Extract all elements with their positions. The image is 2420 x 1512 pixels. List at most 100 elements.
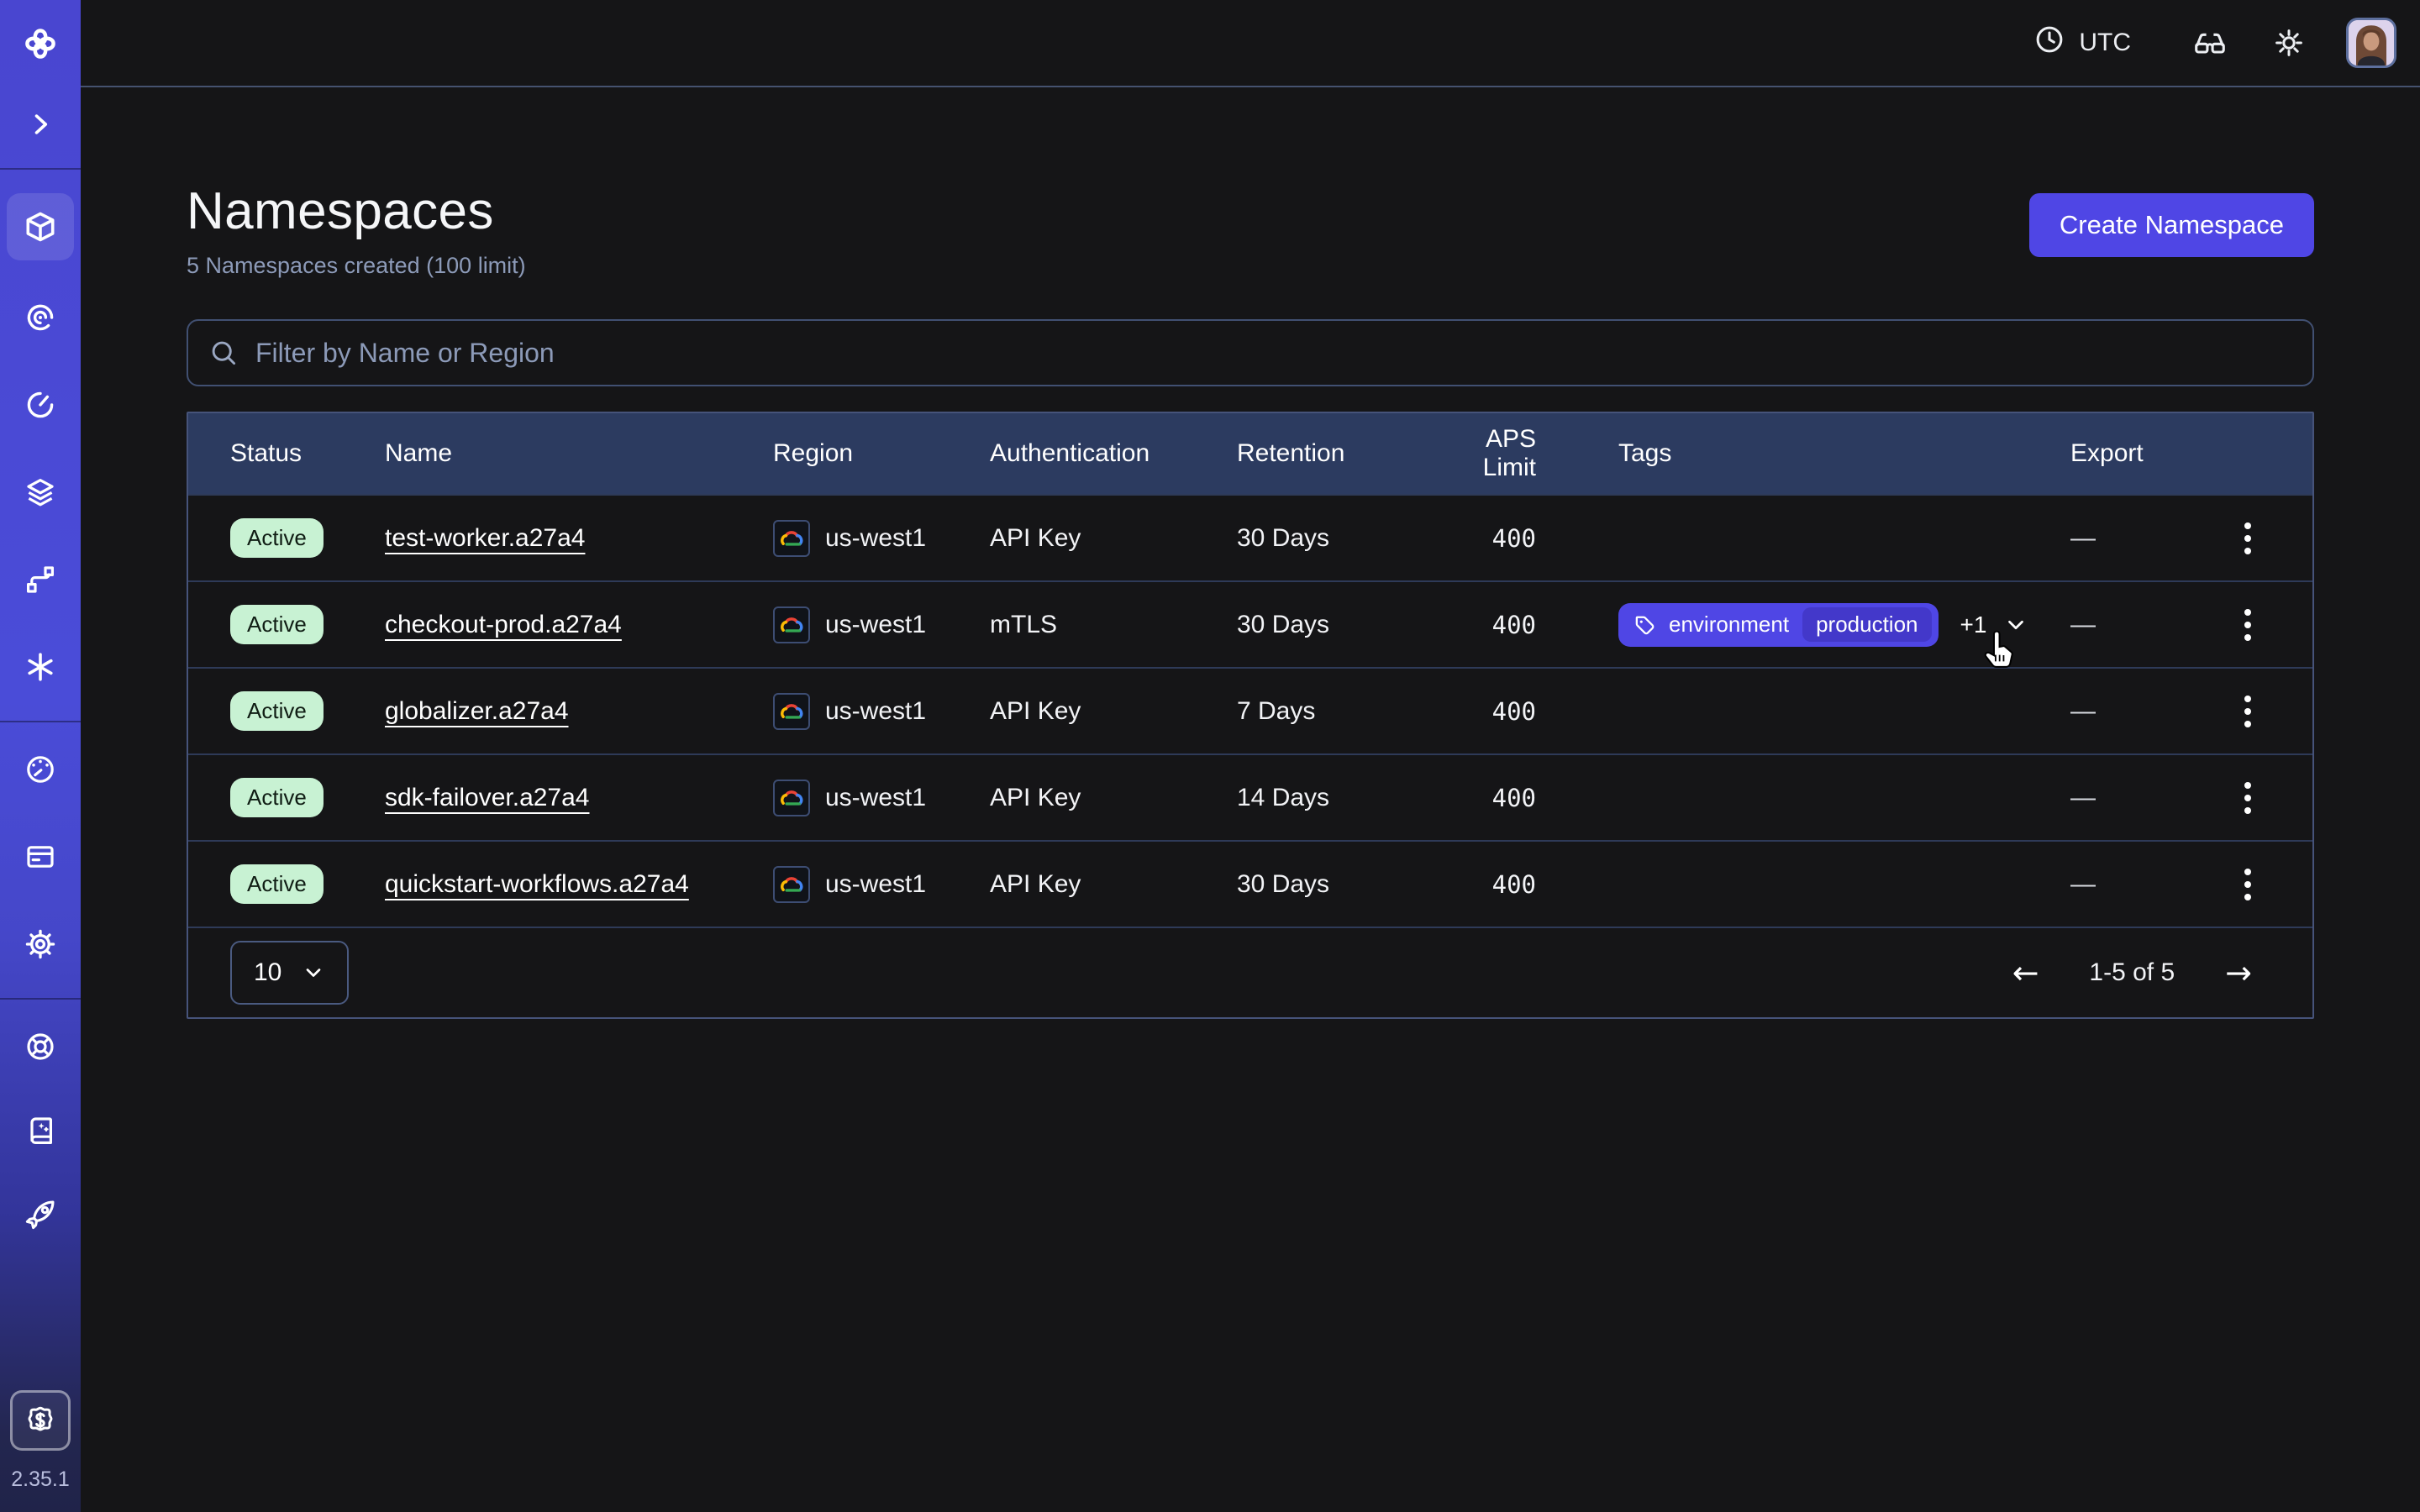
auth-method: mTLS — [990, 611, 1237, 639]
row-actions-kebab-icon[interactable] — [2234, 512, 2261, 564]
sidebar-item-asterisk-icon[interactable] — [7, 637, 74, 697]
main-content: Namespaces 5 Namespaces created (100 lim… — [81, 87, 2420, 1512]
namespace-link[interactable]: checkout-prod.a27a4 — [385, 611, 622, 638]
next-page-button[interactable]: → — [2218, 950, 2259, 995]
gcp-cloud-icon — [773, 520, 810, 557]
tag-value: production — [1802, 607, 1931, 642]
sidebar-item-rocket-icon[interactable] — [7, 1184, 74, 1245]
table-row: Active test-worker.a27a4 us-west1 API Ke… — [188, 494, 2312, 580]
status-badge: Active — [230, 518, 324, 558]
pagination-bar: 10 ← 1-5 of 5 → — [188, 927, 2312, 1017]
table-row: Active sdk-failover.a27a4 us-west1 API K… — [188, 753, 2312, 840]
page-size-value: 10 — [254, 958, 281, 987]
page-title: Namespaces — [187, 181, 526, 241]
sidebar-item-layers-icon[interactable] — [7, 462, 74, 522]
column-header-tags: Tags — [1536, 439, 2070, 468]
gcp-cloud-icon — [773, 693, 810, 730]
region-label: us-west1 — [825, 524, 926, 553]
export-value: — — [2070, 524, 2213, 553]
status-badge: Active — [230, 864, 324, 904]
column-header-name: Name — [385, 439, 773, 468]
namespace-link[interactable]: sdk-failover.a27a4 — [385, 784, 590, 811]
sidebar-item-billing-card-icon[interactable] — [7, 827, 74, 887]
gcp-cloud-icon — [773, 866, 810, 903]
column-header-status: Status — [230, 439, 385, 468]
retention: 30 Days — [1237, 524, 1428, 553]
status-badge: Active — [230, 778, 324, 817]
export-value: — — [2070, 784, 2213, 812]
aps-limit: 400 — [1428, 524, 1536, 553]
region-label: us-west1 — [825, 697, 926, 726]
status-badge: Active — [230, 691, 324, 731]
row-actions-kebab-icon[interactable] — [2234, 858, 2261, 911]
table-row: Active globalizer.a27a4 us-west1 API Key… — [188, 667, 2312, 753]
row-actions-kebab-icon[interactable] — [2234, 685, 2261, 738]
gcp-cloud-icon — [773, 780, 810, 816]
column-header-retention: Retention — [1237, 439, 1428, 468]
tag-icon — [1634, 613, 1657, 637]
auth-method: API Key — [990, 870, 1237, 899]
create-namespace-button[interactable]: Create Namespace — [2029, 193, 2314, 257]
clock-icon — [2033, 24, 2065, 62]
retention: 7 Days — [1237, 697, 1428, 726]
export-value: — — [2070, 870, 2213, 899]
namespace-link[interactable]: globalizer.a27a4 — [385, 697, 569, 725]
table-row: Active quickstart-workflows.a27a4 us-wes… — [188, 840, 2312, 927]
aps-limit: 400 — [1428, 697, 1536, 726]
pricing-dollar-badge-icon[interactable] — [10, 1390, 71, 1451]
namespace-filter-input[interactable] — [187, 319, 2314, 386]
retention: 14 Days — [1237, 784, 1428, 812]
sidebar: 2.35.1 — [0, 0, 81, 1512]
pagination-range: 1-5 of 5 — [2089, 958, 2175, 987]
tags-expand-chevron-icon[interactable] — [2003, 612, 2028, 638]
retention: 30 Days — [1237, 611, 1428, 639]
row-actions-kebab-icon[interactable] — [2234, 772, 2261, 824]
sidebar-expand-chevron-icon[interactable] — [7, 94, 74, 155]
namespace-link[interactable]: test-worker.a27a4 — [385, 524, 585, 552]
sidebar-item-support-life-ring-icon[interactable] — [7, 1016, 74, 1077]
topbar: UTC — [81, 0, 2420, 87]
export-value: — — [2070, 697, 2213, 726]
aps-limit: 400 — [1428, 611, 1536, 639]
app-version: 2.35.1 — [11, 1467, 70, 1492]
aps-limit: 400 — [1428, 784, 1536, 812]
user-avatar[interactable] — [2346, 18, 2396, 68]
namespace-link[interactable]: quickstart-workflows.a27a4 — [385, 870, 689, 898]
column-header-region: Region — [773, 439, 990, 468]
aps-limit: 400 — [1428, 870, 1536, 899]
table-row: Active checkout-prod.a27a4 us-west1 mTLS… — [188, 580, 2312, 667]
labs-glasses-icon[interactable] — [2191, 24, 2228, 61]
column-header-authentication: Authentication — [990, 439, 1237, 468]
page-size-select[interactable]: 10 — [230, 941, 349, 1005]
column-header-export: Export — [2070, 439, 2213, 468]
retention: 30 Days — [1237, 870, 1428, 899]
temporal-logo-icon[interactable] — [7, 13, 74, 74]
tag-key: environment — [1669, 612, 1789, 638]
status-badge: Active — [230, 605, 324, 644]
namespaces-table: Status Name Region Authentication Retent… — [187, 412, 2314, 1019]
timezone-selector[interactable]: UTC — [2033, 24, 2131, 62]
sidebar-item-gear-icon[interactable] — [7, 914, 74, 974]
theme-sun-icon[interactable] — [2272, 26, 2306, 60]
previous-page-button[interactable]: ← — [2006, 950, 2046, 995]
tag-pill[interactable]: environment production — [1618, 603, 1939, 647]
region-label: us-west1 — [825, 611, 926, 639]
export-value: — — [2070, 611, 2213, 639]
column-header-aps-limit: APS Limit — [1428, 425, 1536, 482]
page-subtitle: 5 Namespaces created (100 limit) — [187, 253, 526, 279]
region-label: us-west1 — [825, 784, 926, 812]
auth-method: API Key — [990, 697, 1237, 726]
chevron-down-icon — [302, 961, 325, 984]
row-actions-kebab-icon[interactable] — [2234, 599, 2261, 651]
sidebar-item-timer-icon[interactable] — [7, 375, 74, 435]
table-header-row: Status Name Region Authentication Retent… — [188, 413, 2312, 494]
timezone-label: UTC — [2079, 29, 2131, 57]
sidebar-item-branch-icon[interactable] — [7, 549, 74, 610]
sidebar-item-gauge-icon[interactable] — [7, 739, 74, 800]
sidebar-item-spiral-icon[interactable] — [7, 287, 74, 348]
gcp-cloud-icon — [773, 606, 810, 643]
tags-more-count[interactable]: +1 — [1960, 612, 1987, 638]
sidebar-item-namespaces[interactable] — [7, 193, 74, 260]
region-label: us-west1 — [825, 870, 926, 899]
sidebar-item-docs-book-icon[interactable] — [7, 1100, 74, 1161]
